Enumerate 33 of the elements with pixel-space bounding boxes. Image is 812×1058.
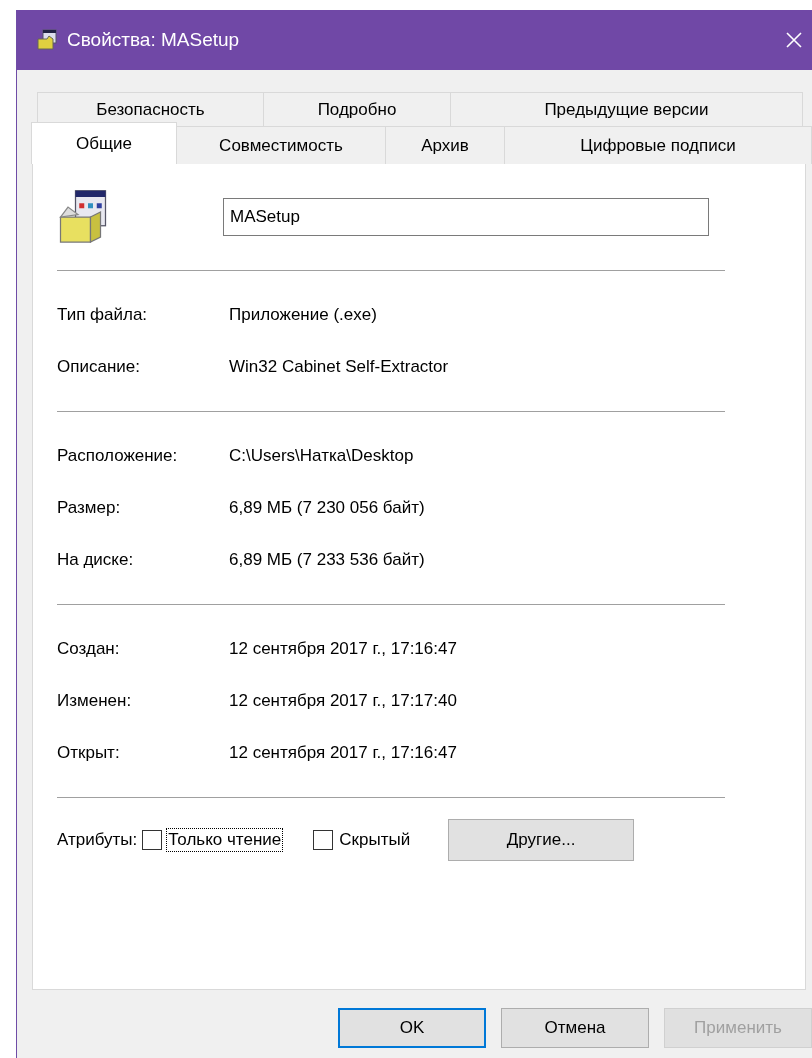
property-label: Расположение: [57,446,179,466]
checkbox[interactable] [142,830,163,850]
installer-box-icon [35,28,59,52]
other-attributes-button[interactable]: Другие... [448,819,635,861]
property-label: Изменен: [57,691,133,711]
property-label: Тип файла: [57,305,149,325]
property-label: Размер: [57,498,122,518]
tab[interactable]: Архив [385,126,505,164]
file-name-field[interactable]: MASetup [223,198,709,236]
property-value: C:\Users\Натка\Desktop [229,446,414,466]
property-value: 12 сентября 2017 г., 17:17:40 [229,691,457,711]
property-value: 6,89 МБ (7 230 056 байт) [229,498,425,518]
tab[interactable]: Общие [31,122,177,164]
checkbox-label[interactable]: Только чтение [166,828,284,852]
property-value: 12 сентября 2017 г., 17:16:47 [229,639,457,659]
property-label: Описание: [57,357,141,377]
property-label: Создан: [57,639,121,659]
window-title: Свойства: MASetup [67,29,241,51]
dialog-button[interactable]: OK [338,1008,486,1048]
property-value: 12 сентября 2017 г., 17:16:47 [229,743,457,763]
property-value: Win32 Cabinet Self-Extractor [229,357,449,377]
property-value: 6,89 МБ (7 233 536 байт) [229,550,425,570]
close-icon[interactable] [784,30,804,50]
property-label: На диске: [57,550,135,570]
tab[interactable]: Цифровые подписи [504,126,812,164]
tab[interactable]: Предыдущие версии [450,92,803,126]
attributes-label: Атрибуты: [57,830,138,850]
property-label: Открыт: [57,743,121,763]
checkbox[interactable] [313,830,334,850]
tab[interactable]: Совместимость [176,126,386,164]
property-value: Приложение (.exe) [229,305,377,325]
dialog-button[interactable]: Отмена [501,1008,649,1048]
checkbox-label[interactable]: Скрытый [337,828,413,852]
